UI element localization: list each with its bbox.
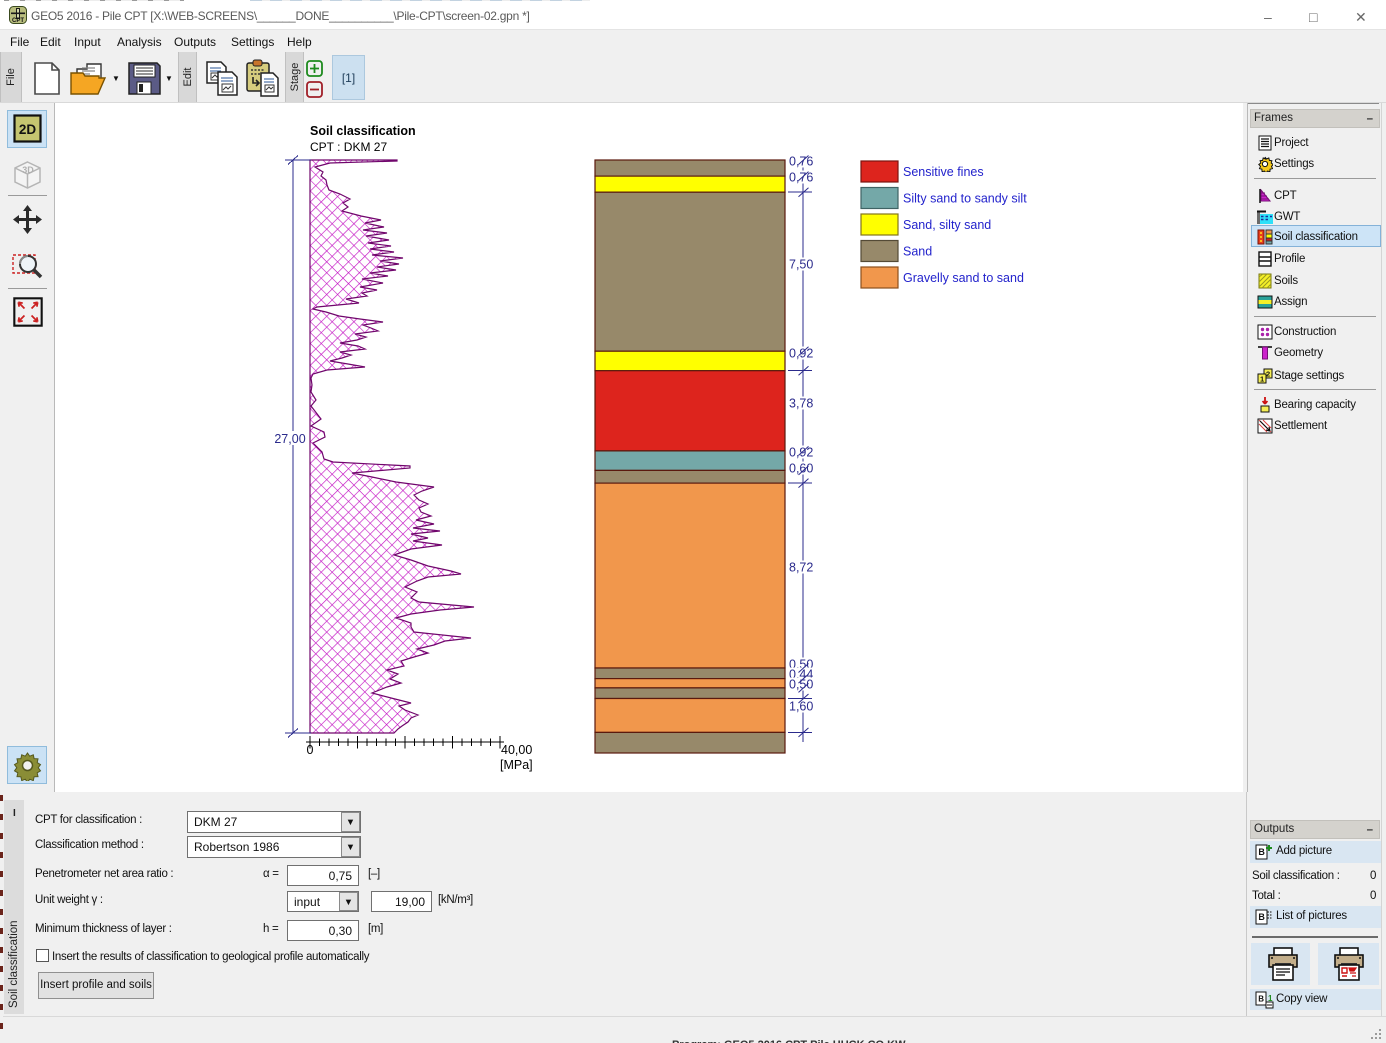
svg-text:Sand: Sand <box>903 245 932 259</box>
svg-text:40,00: 40,00 <box>501 743 532 757</box>
svg-text:[MPa]: [MPa] <box>500 758 533 772</box>
svg-text:2D: 2D <box>19 122 37 137</box>
svg-text:3,78: 3,78 <box>789 397 813 411</box>
svg-text:Sensitive fines: Sensitive fines <box>903 165 984 179</box>
svg-text:Gravelly sand to sand: Gravelly sand to sand <box>903 271 1024 285</box>
svg-text:B: B <box>1258 912 1265 922</box>
svg-text:27,00: 27,00 <box>274 432 305 446</box>
svg-text:3D: 3D <box>22 165 34 175</box>
svg-text:1,60: 1,60 <box>789 700 813 714</box>
svg-text:2: 2 <box>1266 370 1270 379</box>
svg-text:B: B <box>1258 995 1264 1004</box>
svg-text:Silty sand to sandy silt: Silty sand to sandy silt <box>903 192 1027 206</box>
svg-text:Soil classification: Soil classification <box>310 124 416 138</box>
svg-text:CPT : DKM 27: CPT : DKM 27 <box>310 140 387 154</box>
svg-text:0,76: 0,76 <box>789 171 813 185</box>
svg-text:B: B <box>1258 847 1265 857</box>
svg-text:Sand, silty sand: Sand, silty sand <box>903 218 991 232</box>
svg-text:8,72: 8,72 <box>789 561 813 575</box>
svg-text:0,60: 0,60 <box>789 462 813 476</box>
svg-text:CPT: CPT <box>12 18 24 24</box>
svg-text:1: 1 <box>1260 375 1264 384</box>
svg-text:0: 0 <box>307 743 314 757</box>
svg-text:7,50: 7,50 <box>789 258 813 272</box>
